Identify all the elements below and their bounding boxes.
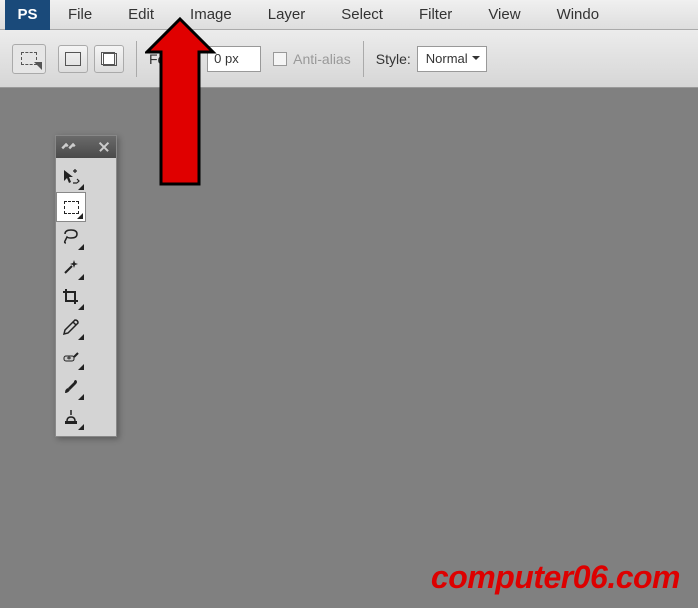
style-label: Style: xyxy=(376,51,411,67)
menu-image[interactable]: Image xyxy=(172,0,250,29)
square-icon xyxy=(65,52,81,66)
selection-mode-group xyxy=(58,45,124,73)
menu-filter[interactable]: Filter xyxy=(401,0,470,29)
menu-file[interactable]: File xyxy=(50,0,110,29)
menubar: PS File Edit Image Layer Select Filter V… xyxy=(0,0,698,30)
tools-palette xyxy=(55,135,117,437)
feather-input[interactable] xyxy=(207,46,261,72)
feather-label: Feather: xyxy=(149,51,201,67)
style-select[interactable]: Normal xyxy=(417,46,487,72)
palette-header[interactable] xyxy=(56,136,116,158)
clone-stamp-tool[interactable] xyxy=(56,402,86,432)
menu-layer[interactable]: Layer xyxy=(250,0,324,29)
collapse-icon[interactable] xyxy=(62,141,80,153)
lasso-tool[interactable] xyxy=(56,222,86,252)
menu-view[interactable]: View xyxy=(470,0,538,29)
app-logo: PS xyxy=(5,0,50,30)
crop-tool[interactable] xyxy=(56,282,86,312)
marquee-tool[interactable] xyxy=(56,192,86,222)
divider xyxy=(363,41,364,77)
options-bar: Feather: Anti-alias Style: Normal xyxy=(0,30,698,88)
menu-window[interactable]: Windo xyxy=(539,0,618,29)
healing-brush-tool[interactable] xyxy=(56,342,86,372)
close-icon[interactable] xyxy=(98,141,110,153)
menu-select[interactable]: Select xyxy=(323,0,401,29)
anti-alias-label: Anti-alias xyxy=(293,51,351,67)
eyedropper-tool[interactable] xyxy=(56,312,86,342)
marquee-icon xyxy=(64,201,79,214)
mode-add-selection[interactable] xyxy=(94,45,124,73)
brush-tool[interactable] xyxy=(56,372,86,402)
mode-new-selection[interactable] xyxy=(58,45,88,73)
overlap-squares-icon xyxy=(101,52,117,66)
menu-edit[interactable]: Edit xyxy=(110,0,172,29)
anti-alias-checkbox xyxy=(273,52,287,66)
divider xyxy=(136,41,137,77)
move-tool[interactable] xyxy=(56,162,86,192)
marquee-icon xyxy=(21,52,37,65)
magic-wand-tool[interactable] xyxy=(56,252,86,282)
watermark: computer06.com xyxy=(431,559,680,596)
current-tool-indicator[interactable] xyxy=(12,44,46,74)
